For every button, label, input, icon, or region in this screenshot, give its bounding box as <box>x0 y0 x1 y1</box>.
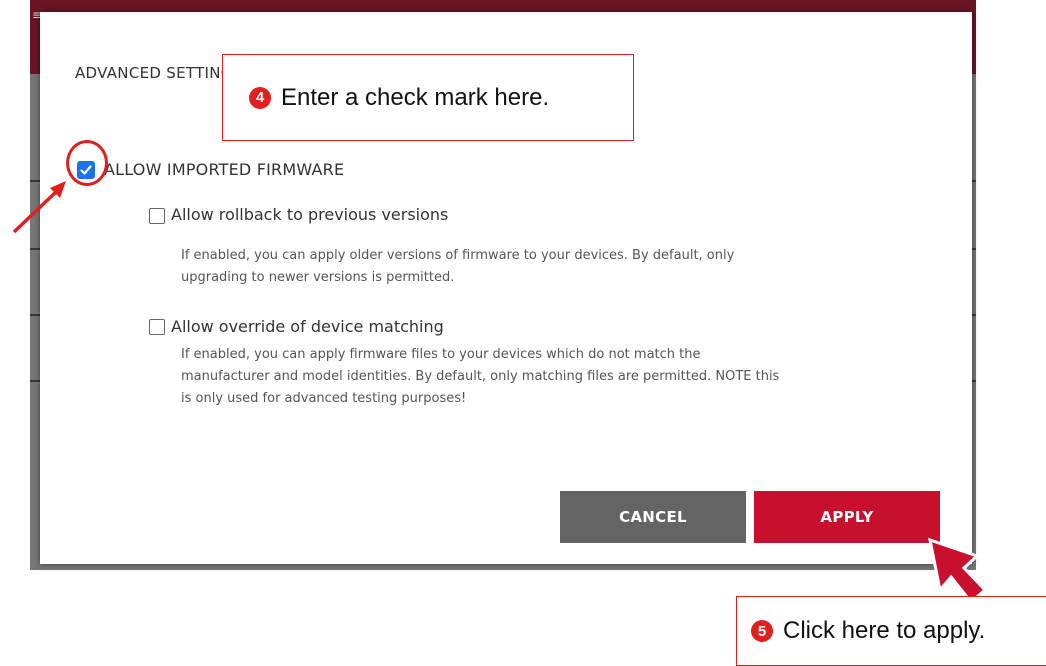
cursor-arrow-icon <box>928 537 988 605</box>
step5-badge: 5 <box>751 620 773 642</box>
step5-callout: 5 Click here to apply. <box>736 596 1046 666</box>
annotation-arrows <box>12 181 988 605</box>
arrow-to-checkbox-icon <box>12 188 60 234</box>
step5-text: Click here to apply. <box>783 617 986 644</box>
